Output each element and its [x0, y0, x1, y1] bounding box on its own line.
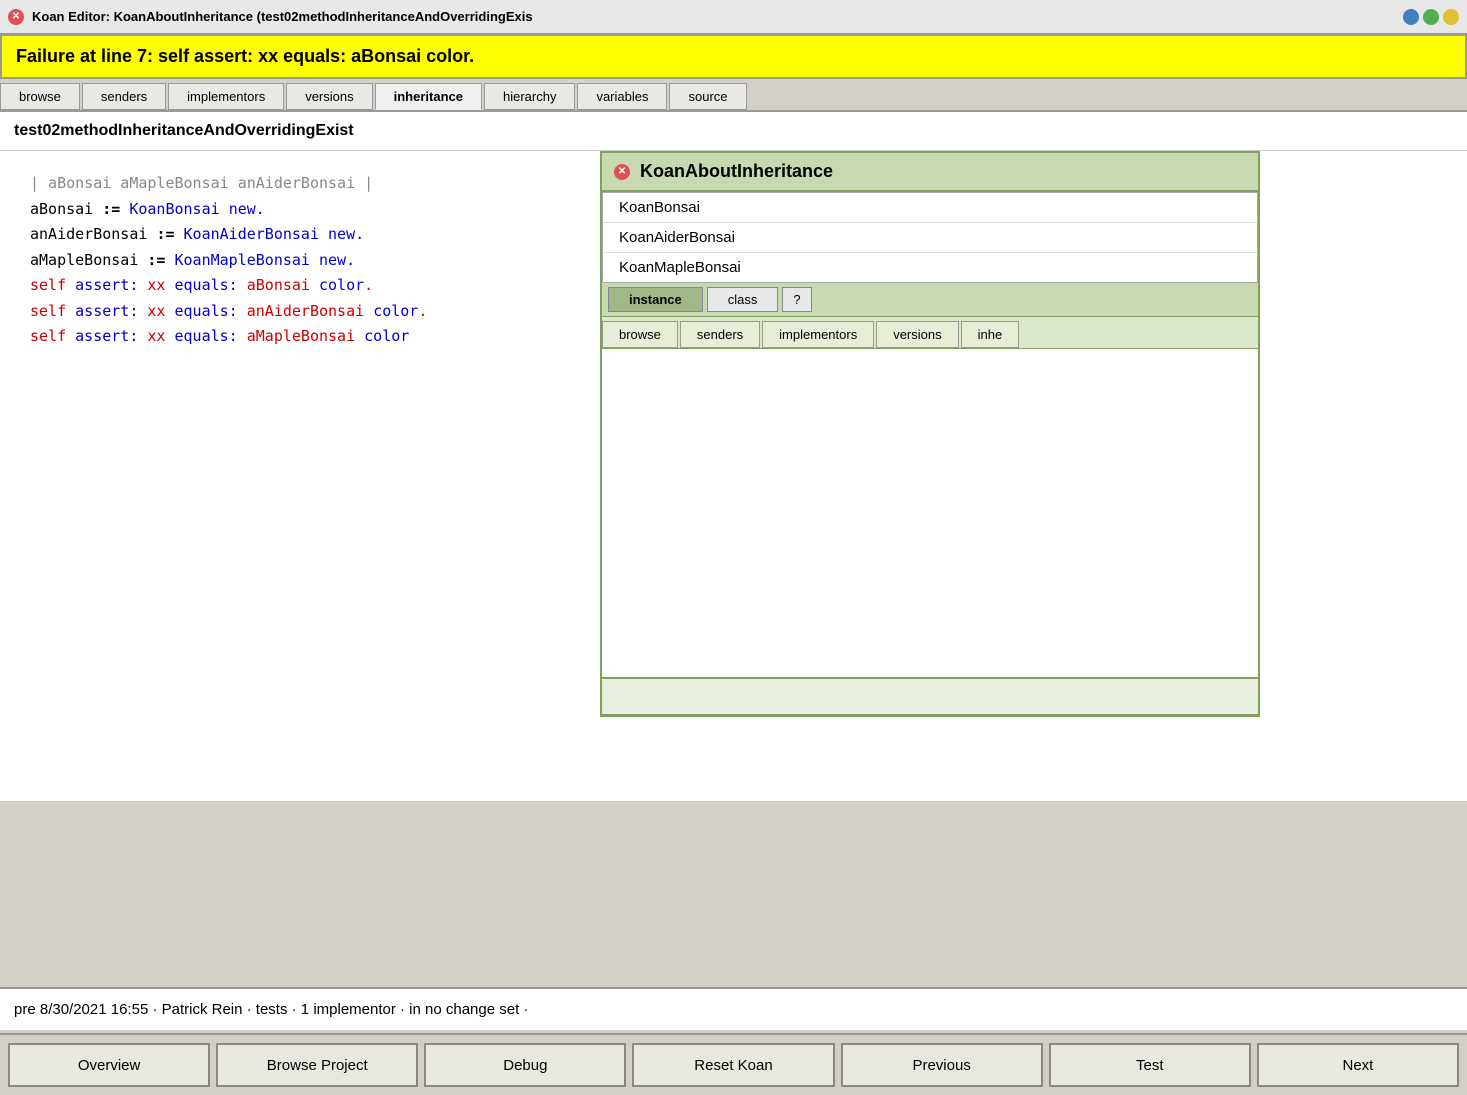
- float-close-icon: ✕: [618, 166, 626, 177]
- reset-koan-button[interactable]: Reset Koan: [632, 1043, 834, 1087]
- code-line-4: aMapleBonsai := KoanMapleBonsai new.: [30, 248, 560, 274]
- tab-source[interactable]: source: [669, 83, 746, 110]
- tab-versions[interactable]: versions: [286, 83, 372, 110]
- code-line-2: aBonsai := KoanBonsai new.: [30, 197, 560, 223]
- blue-icon[interactable]: [1403, 9, 1419, 25]
- sub-tab-browse[interactable]: browse: [602, 321, 678, 348]
- instance-class-bar: instance class ?: [602, 283, 1258, 317]
- code-line-3: anAiderBonsai := KoanAiderBonsai new.: [30, 222, 560, 248]
- class-list-item-koan-maple-bonsai[interactable]: KoanMapleBonsai: [603, 253, 1257, 282]
- float-input-bar[interactable]: [602, 679, 1258, 715]
- sub-tab-versions[interactable]: versions: [876, 321, 958, 348]
- code-line-5: self assert: xx equals: aBonsai color.: [30, 273, 560, 299]
- sub-tab-senders[interactable]: senders: [680, 321, 760, 348]
- close-icon: ✕: [12, 11, 20, 22]
- class-list-item-koan-bonsai[interactable]: KoanBonsai: [603, 193, 1257, 223]
- method-title: test02methodInheritanceAndOverridingExis…: [0, 112, 1467, 151]
- test-button[interactable]: Test: [1049, 1043, 1251, 1087]
- debug-button[interactable]: Debug: [424, 1043, 626, 1087]
- yellow-icon[interactable]: [1443, 9, 1459, 25]
- tab-variables[interactable]: variables: [577, 83, 667, 110]
- question-button[interactable]: ?: [782, 287, 811, 312]
- tab-hierarchy[interactable]: hierarchy: [484, 83, 575, 110]
- tab-inheritance[interactable]: inheritance: [375, 83, 482, 110]
- class-list-item-koan-aider-bonsai[interactable]: KoanAiderBonsai: [603, 223, 1257, 253]
- float-panel-titlebar: ✕ KoanAboutInheritance: [602, 153, 1258, 192]
- code-area: | aBonsai aMapleBonsai anAiderBonsai | a…: [0, 151, 590, 801]
- main-content: | aBonsai aMapleBonsai anAiderBonsai | a…: [0, 151, 1467, 801]
- next-button[interactable]: Next: [1257, 1043, 1459, 1087]
- close-button[interactable]: ✕: [8, 9, 24, 25]
- sub-tab-bar: browse senders implementors versions inh…: [602, 317, 1258, 349]
- instance-button[interactable]: instance: [608, 287, 703, 312]
- float-panel-content: [602, 349, 1258, 679]
- code-line-7: self assert: xx equals: aMapleBonsai col…: [30, 324, 560, 350]
- failure-text: Failure at line 7: self assert: xx equal…: [16, 46, 474, 66]
- sub-tab-inhe[interactable]: inhe: [961, 321, 1020, 348]
- main-tab-bar: browse senders implementors versions inh…: [0, 79, 1467, 112]
- code-line-6: self assert: xx equals: anAiderBonsai co…: [30, 299, 560, 325]
- code-line-1: | aBonsai aMapleBonsai anAiderBonsai |: [30, 171, 560, 197]
- float-panel-title-text: KoanAboutInheritance: [640, 161, 833, 182]
- tab-implementors[interactable]: implementors: [168, 83, 284, 110]
- title-bar: ✕ Koan Editor: KoanAboutInheritance (tes…: [0, 0, 1467, 34]
- class-button[interactable]: class: [707, 287, 779, 312]
- status-text: pre 8/30/2021 16:55 · Patrick Rein · tes…: [14, 1001, 528, 1018]
- float-panel-close-button[interactable]: ✕: [614, 164, 630, 180]
- title-icons: [1403, 9, 1459, 25]
- failure-bar: Failure at line 7: self assert: xx equal…: [0, 34, 1467, 79]
- green-icon[interactable]: [1423, 9, 1439, 25]
- tab-browse[interactable]: browse: [0, 83, 80, 110]
- tab-senders[interactable]: senders: [82, 83, 166, 110]
- sub-tab-implementors[interactable]: implementors: [762, 321, 874, 348]
- status-bar: pre 8/30/2021 16:55 · Patrick Rein · tes…: [0, 987, 1467, 1031]
- browse-project-button[interactable]: Browse Project: [216, 1043, 418, 1087]
- koan-about-inheritance-panel: ✕ KoanAboutInheritance KoanBonsai KoanAi…: [600, 151, 1260, 717]
- previous-button[interactable]: Previous: [841, 1043, 1043, 1087]
- overview-button[interactable]: Overview: [8, 1043, 210, 1087]
- bottom-bar: Overview Browse Project Debug Reset Koan…: [0, 1033, 1467, 1095]
- class-list: KoanBonsai KoanAiderBonsai KoanMapleBons…: [602, 192, 1258, 283]
- window-title: Koan Editor: KoanAboutInheritance (test0…: [32, 9, 533, 24]
